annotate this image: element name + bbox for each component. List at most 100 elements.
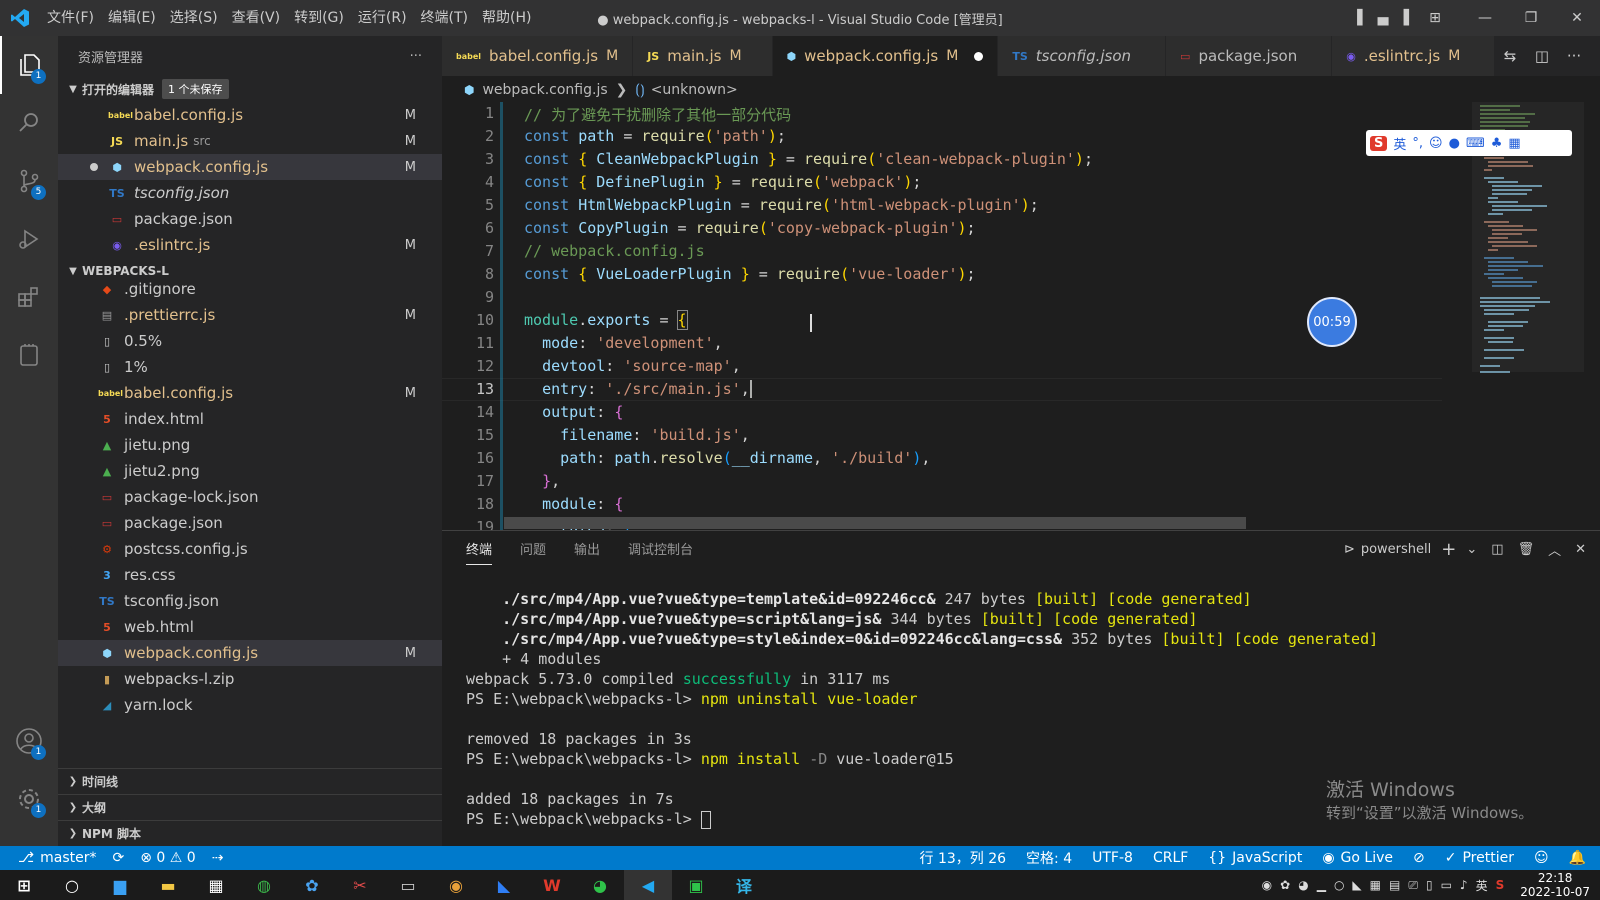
file-item[interactable]: ▲ jietu.png (58, 432, 442, 458)
windows-start-icon[interactable]: ⊞ (0, 870, 48, 900)
unsaved-dot-icon[interactable] (90, 163, 98, 171)
tab-output[interactable]: 输出 (574, 539, 600, 565)
sogou-tray-icon[interactable]: S (1496, 878, 1505, 892)
tab-babel-config[interactable]: babel babel.config.js M (442, 36, 634, 76)
network-icon[interactable]: ▭ (1441, 878, 1452, 892)
manage-gear-icon[interactable]: 1 (0, 770, 58, 828)
menu-file[interactable]: 文件(F) (40, 0, 101, 36)
menu-terminal[interactable]: 终端(T) (414, 0, 475, 36)
tab-debug-console[interactable]: 调试控制台 (628, 539, 693, 565)
app-icon[interactable]: ▣ (672, 870, 720, 900)
new-terminal-icon[interactable]: + (1441, 539, 1456, 560)
tray-icon[interactable]: ⎚ (1408, 878, 1418, 893)
file-explorer-icon[interactable]: ▬ (144, 870, 192, 900)
code-editor[interactable]: 1 2 3 4 5 6 7 8 9 10 11 12 13 14 15 16 1… (442, 102, 1442, 530)
tray-icon[interactable]: ▦ (1370, 878, 1381, 892)
trash-icon[interactable]: 🗑 (1518, 542, 1535, 557)
app-icon[interactable]: ▆ (96, 870, 144, 900)
toolbox-icon[interactable]: ▦ (1508, 136, 1520, 151)
extensions-icon[interactable] (0, 268, 58, 326)
timeline-header[interactable]: ❯ 时间线 (58, 768, 442, 794)
open-editor-item[interactable]: ◉ .eslintrc.js M (58, 232, 442, 258)
file-item[interactable]: ▤ .prettierrc.js M (58, 302, 442, 328)
microphone-icon[interactable]: ● (1449, 136, 1460, 151)
volume-icon[interactable]: ♪ (1460, 878, 1468, 892)
tray-icon[interactable]: ▤ (1389, 878, 1400, 892)
tab-eslintrc[interactable]: ◉ .eslintrc.js M (1332, 36, 1496, 76)
vscode-logo-icon[interactable] (0, 0, 40, 36)
chevron-down-icon[interactable]: ⌄ (1466, 542, 1477, 557)
notifications-bell-icon[interactable]: 🔔 (1569, 850, 1586, 866)
battery-icon[interactable]: ▯ (1426, 878, 1433, 892)
language-mode[interactable]: JavaScript (1232, 850, 1302, 866)
close-panel-icon[interactable]: ✕ (1575, 542, 1586, 557)
store-icon[interactable]: ▦ (192, 870, 240, 900)
file-item[interactable]: ◆ .gitignore (58, 276, 442, 302)
file-item[interactable]: 5 web.html (58, 614, 442, 640)
toggle-secondary-sidebar-icon[interactable]: ▌ (1396, 10, 1422, 26)
restore-icon[interactable]: ❐ (1508, 10, 1554, 26)
tray-icon[interactable]: ◣ (1352, 878, 1361, 892)
sync-icon[interactable]: ⟳ (113, 850, 125, 866)
tab-problems[interactable]: 问题 (520, 539, 546, 565)
file-item[interactable]: ⚙ postcss.config.js (58, 536, 442, 562)
file-item[interactable]: ▭ package.json (58, 510, 442, 536)
close-icon[interactable]: ✕ (1554, 10, 1600, 26)
open-editors-header[interactable]: ▼ 打开的编辑器 1 个未保存 (58, 76, 442, 102)
toggle-primary-sidebar-icon[interactable]: ▐ (1344, 10, 1370, 26)
file-item[interactable]: ◢ yarn.lock (58, 692, 442, 718)
terminal-app-icon[interactable]: ▭ (384, 870, 432, 900)
menu-selection[interactable]: 选择(S) (163, 0, 225, 36)
tray-icon[interactable]: ○ (1334, 878, 1344, 892)
emoji-icon[interactable]: ☺ (1429, 136, 1443, 151)
tray-icon[interactable]: ▁ (1317, 878, 1326, 892)
open-editor-item-selected[interactable]: ⬢ webpack.config.js M (58, 154, 442, 180)
explorer-icon[interactable]: 1 (0, 36, 58, 94)
search-icon[interactable] (0, 94, 58, 152)
customize-layout-icon[interactable]: ⊞ (1422, 10, 1448, 26)
maximize-panel-icon[interactable]: ︿ (1548, 540, 1561, 559)
end-of-line[interactable]: CRLF (1153, 850, 1188, 866)
breadcrumb-file[interactable]: webpack.config.js (482, 82, 607, 98)
run-debug-icon[interactable] (0, 210, 58, 268)
unsaved-dot-icon[interactable] (974, 51, 984, 61)
accounts-icon[interactable]: 1 (0, 712, 58, 770)
shell-name[interactable]: powershell (1361, 542, 1431, 557)
app-icon[interactable]: ◍ (240, 870, 288, 900)
problems-count[interactable]: ⊗ 0 ⚠ 0 (140, 850, 195, 866)
split-editor-icon[interactable]: ◫ (1526, 47, 1558, 65)
menu-view[interactable]: 查看(V) (225, 0, 288, 36)
app-icon[interactable]: ✿ (288, 870, 336, 900)
toggle-panel-icon[interactable]: ▄ (1370, 10, 1396, 26)
file-item-selected[interactable]: ⬢ webpack.config.js M (58, 640, 442, 666)
git-branch[interactable]: master* (40, 850, 96, 866)
indentation[interactable]: 空格: 4 (1026, 848, 1072, 868)
search-circle-icon[interactable]: ○ (48, 870, 96, 900)
wechat-icon[interactable]: ◕ (576, 870, 624, 900)
tab-terminal[interactable]: 终端 (466, 539, 493, 565)
tray-wechat-icon[interactable]: ◕ (1298, 878, 1308, 892)
prettier-status[interactable]: Prettier (1462, 850, 1514, 866)
source-control-icon[interactable]: 5 (0, 152, 58, 210)
ime-language-label[interactable]: 英 (1393, 134, 1406, 153)
file-item[interactable]: 3 res.css (58, 562, 442, 588)
file-item[interactable]: ▯ 0.5% (58, 328, 442, 354)
split-terminal-icon[interactable]: ◫ (1491, 542, 1503, 557)
ime-language-tray[interactable]: 英 (1476, 877, 1488, 894)
file-item[interactable]: babel babel.config.js M (58, 380, 442, 406)
open-editor-item[interactable]: babel babel.config.js M (58, 102, 442, 128)
open-changes-icon[interactable]: ⇆ (1494, 47, 1526, 65)
menu-help[interactable]: 帮助(H) (475, 0, 538, 36)
app-icon[interactable]: ◣ (480, 870, 528, 900)
live-share-icon[interactable]: ⇢ (212, 850, 224, 866)
no-broadcast-icon[interactable]: ⊘ (1413, 850, 1425, 866)
snipping-tool-icon[interactable]: ✂ (336, 870, 384, 900)
tab-webpack-config-active[interactable]: ⬢ webpack.config.js M (772, 36, 999, 76)
file-item[interactable]: TS tsconfig.json (58, 588, 442, 614)
more-actions-icon[interactable]: ··· (410, 49, 422, 64)
menu-go[interactable]: 转到(G) (287, 0, 351, 36)
punctuation-icon[interactable]: °, (1412, 136, 1423, 151)
file-item[interactable]: ▮ webpacks-l.zip (58, 666, 442, 692)
file-item[interactable]: 5 index.html (58, 406, 442, 432)
minimize-icon[interactable]: — (1462, 10, 1508, 26)
